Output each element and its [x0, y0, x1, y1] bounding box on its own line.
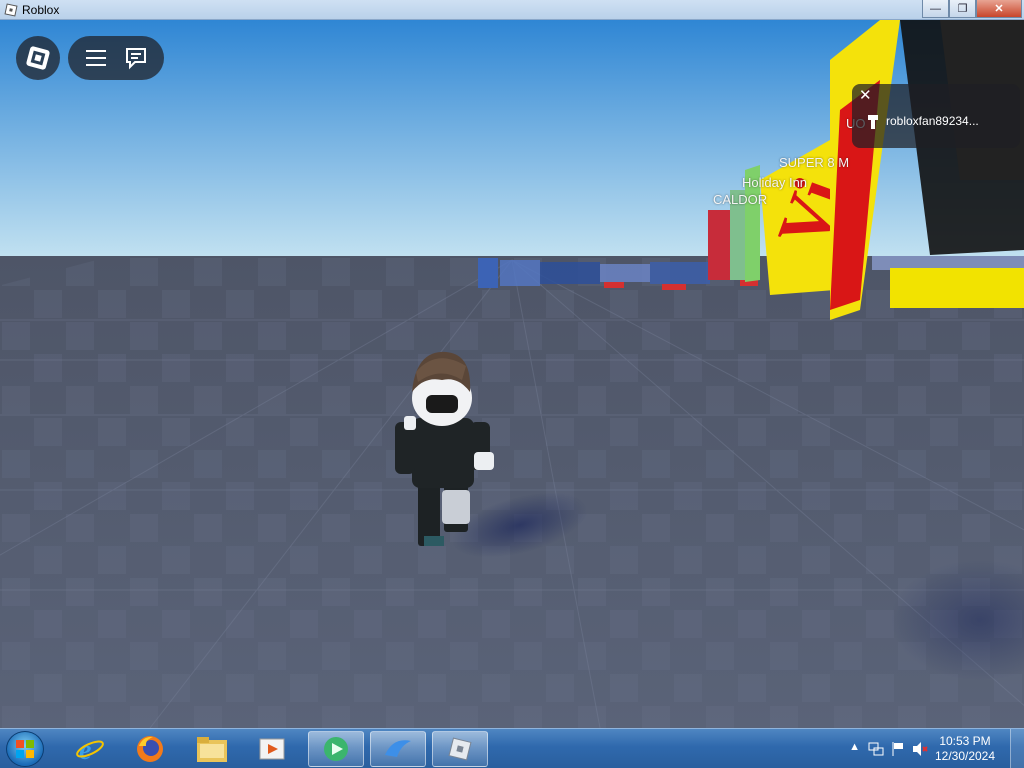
window-title: Roblox — [22, 3, 60, 17]
roblox-icon[interactable] — [432, 731, 488, 767]
player-avatar-icon — [868, 115, 878, 129]
clock-date: 12/30/2024 — [934, 749, 996, 763]
windows-logo-icon — [16, 740, 34, 758]
close-button[interactable]: ✕ — [976, 0, 1022, 18]
sign-label-caldor: CALDOR — [713, 192, 768, 207]
hud-button-group — [68, 36, 164, 80]
roblox-app-icon — [4, 3, 18, 17]
player-list-close-icon[interactable]: ✕ — [859, 86, 872, 104]
chat-icon[interactable] — [121, 43, 151, 73]
green-app-icon[interactable] — [308, 731, 364, 767]
minimize-button[interactable]: — — [922, 0, 949, 18]
internet-explorer-icon[interactable]: e — [62, 731, 118, 767]
taskbar-clock[interactable]: 10:53 PM 12/30/2024 — [930, 734, 1000, 764]
windows-taskbar: e ▲ 10:53 PM 12/30/2024 — [0, 728, 1024, 768]
start-button[interactable] — [6, 731, 44, 767]
network-icon[interactable] — [868, 741, 884, 757]
volume-muted-icon[interactable] — [912, 741, 928, 757]
player-username[interactable]: robloxfan89234... — [886, 114, 979, 128]
file-explorer-icon[interactable] — [184, 731, 240, 767]
ground-tiles — [0, 256, 1024, 728]
sign-label-super8: SUPER 8 M — [779, 155, 850, 170]
blue-app-icon[interactable] — [370, 731, 426, 767]
action-center-flag-icon[interactable] — [890, 741, 906, 757]
sign-label-holiday-inn: Holiday Inn — [742, 175, 808, 190]
media-player-icon[interactable] — [244, 731, 300, 767]
roblox-logo-icon — [25, 45, 51, 71]
player-list-panel: ✕ robloxfan89234... — [852, 84, 1020, 148]
firefox-icon[interactable] — [122, 731, 178, 767]
show-desktop-button[interactable] — [1010, 729, 1024, 768]
show-hidden-icons-icon[interactable]: ▲ — [849, 741, 860, 753]
roblox-menu-button[interactable] — [16, 36, 60, 80]
clock-time: 10:53 PM — [939, 734, 991, 748]
window-title-bar[interactable]: Roblox — ❐ ✕ — [0, 0, 1024, 20]
menu-icon[interactable] — [81, 43, 111, 73]
maximize-button[interactable]: ❐ — [949, 0, 976, 18]
